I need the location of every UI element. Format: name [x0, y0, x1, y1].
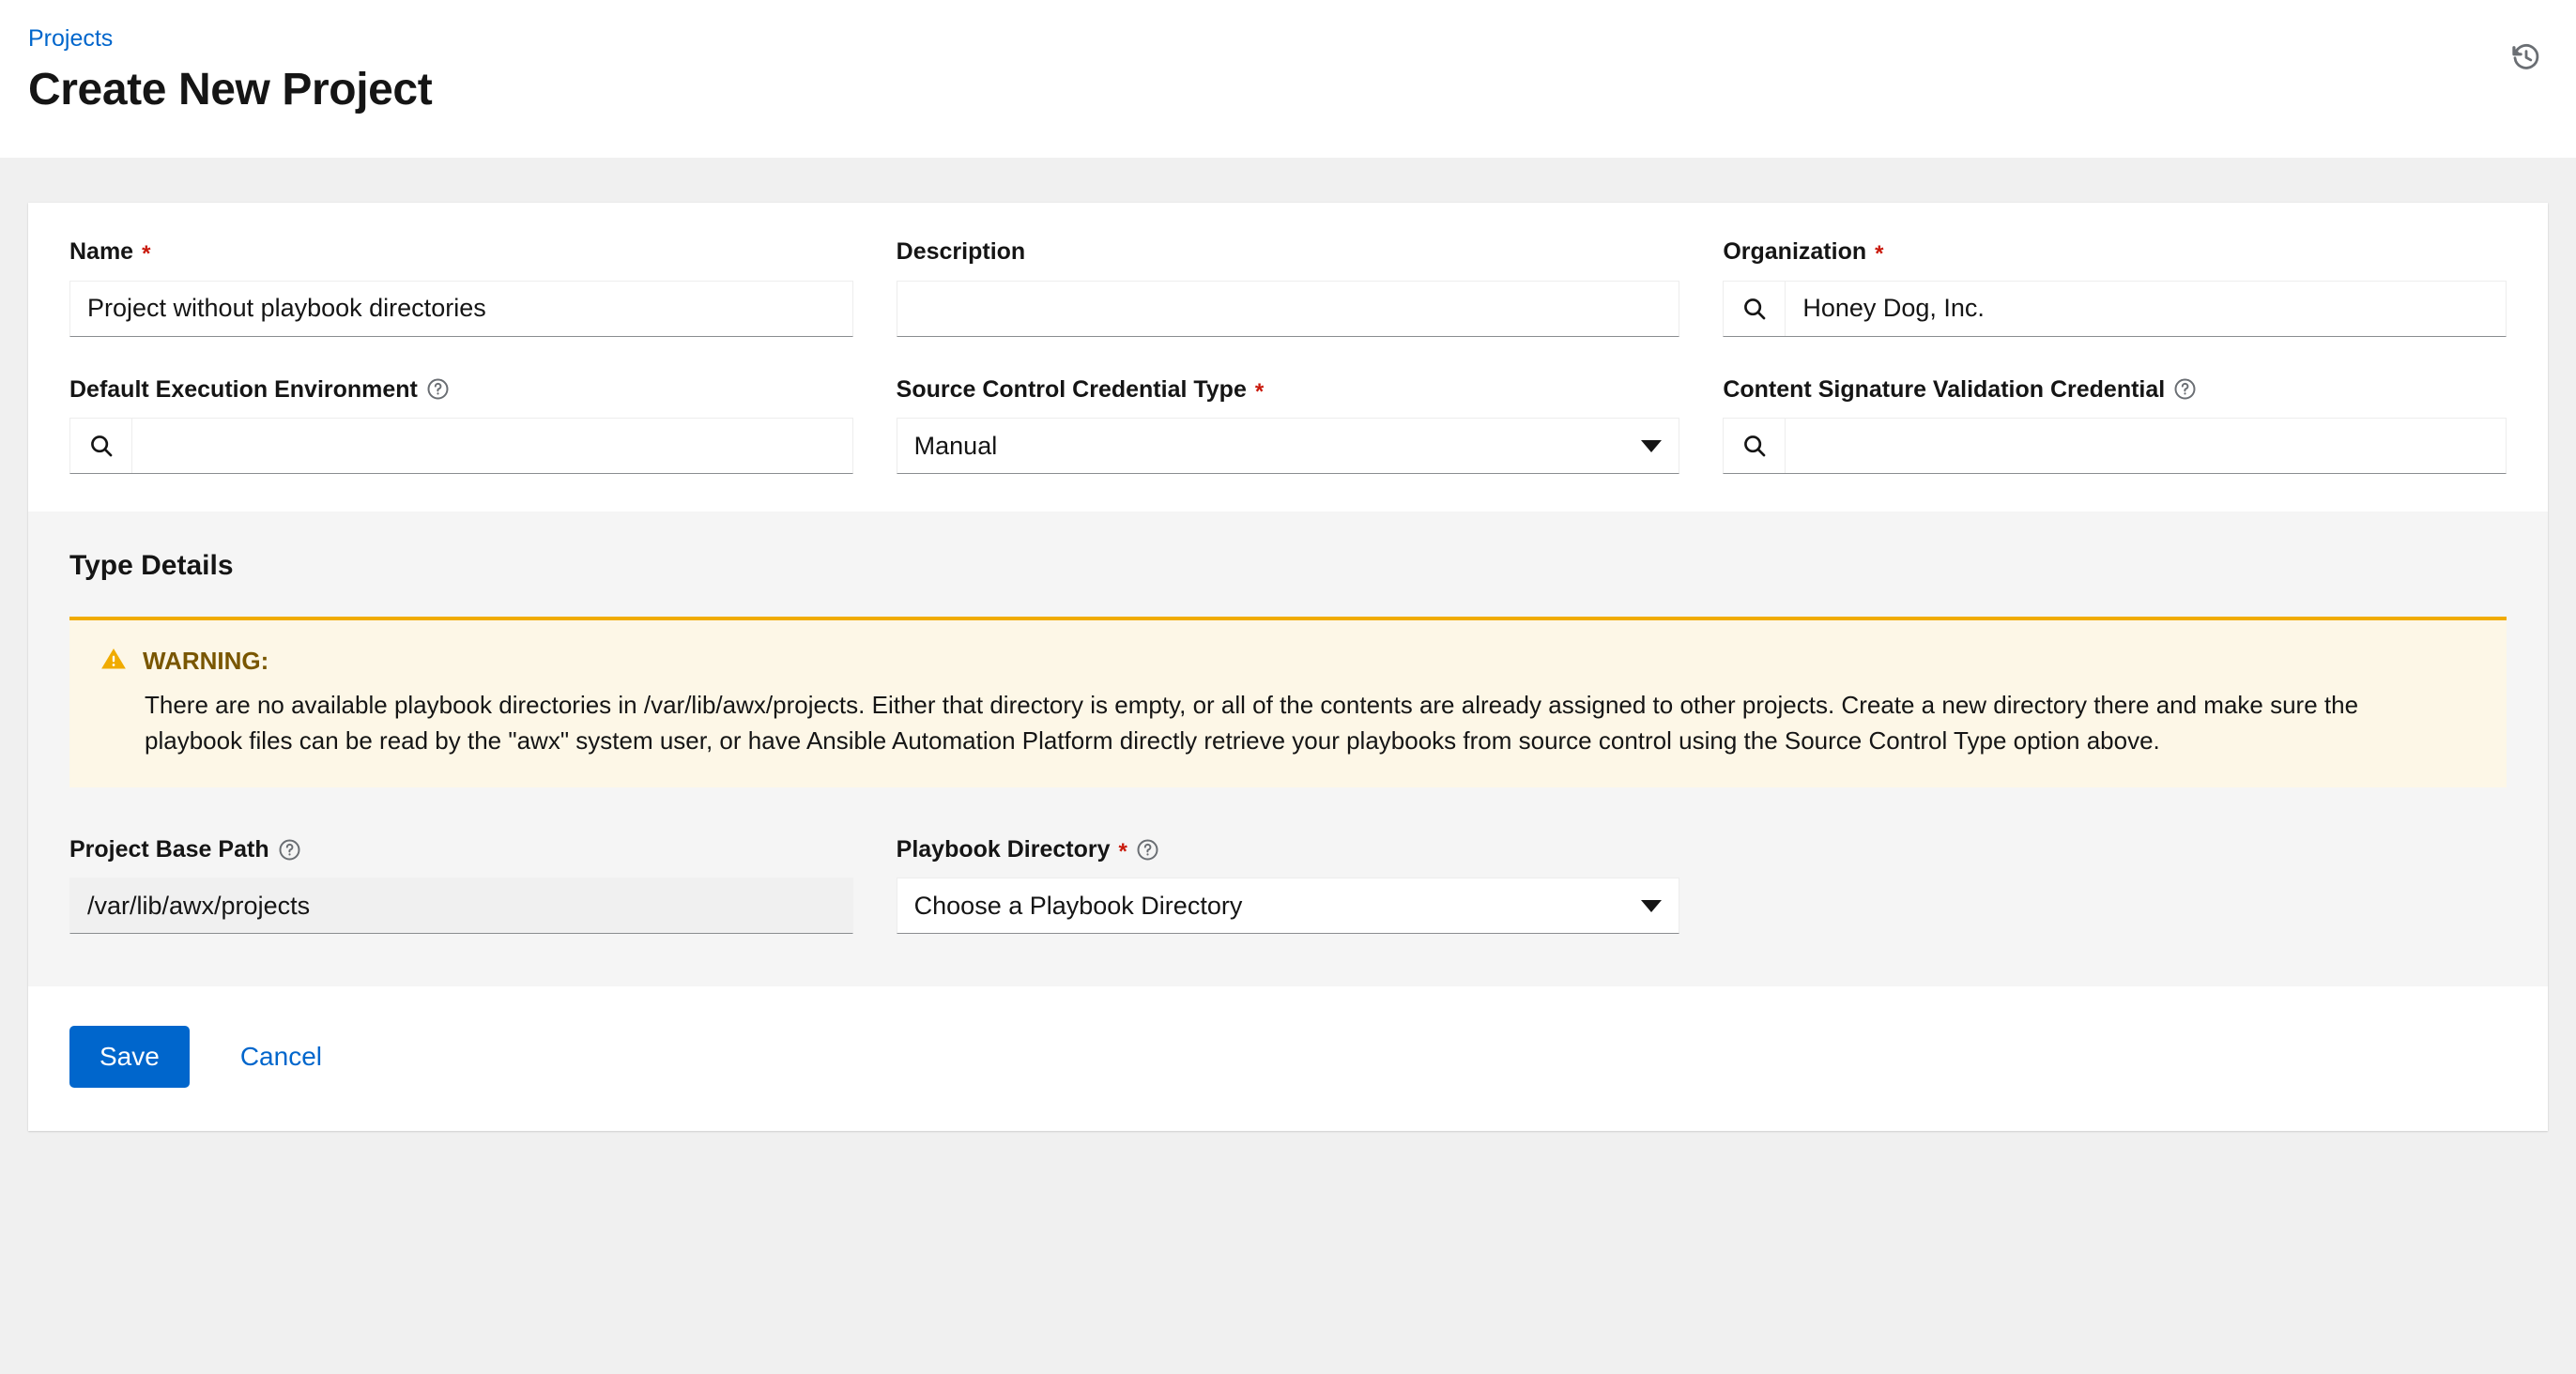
- label-name: Name *: [69, 237, 853, 267]
- breadcrumb-projects[interactable]: Projects: [28, 24, 2535, 53]
- header-actions: [2505, 36, 2548, 79]
- main-form-grid: Name * Project without playbook director…: [69, 237, 2507, 474]
- field-content-signature-validation-credential: Content Signature Validation Credential: [1723, 374, 2507, 474]
- label-description-text: Description: [896, 238, 1026, 265]
- playbook-directory-select[interactable]: Choose a Playbook Directory: [896, 878, 1680, 935]
- field-default-execution-environment: Default Execution Environment: [69, 374, 853, 474]
- cancel-button[interactable]: Cancel: [220, 1026, 343, 1088]
- label-name-text: Name: [69, 238, 134, 265]
- content-signature-validation-credential-value[interactable]: [1786, 419, 2506, 473]
- warning-alert-text: There are no available playbook director…: [145, 691, 2359, 756]
- source-control-credential-type-value: Manual: [913, 431, 998, 460]
- organization-lookup: Honey Dog, Inc.: [1723, 280, 2507, 337]
- project-base-path-input: /var/lib/awx/projects: [69, 878, 853, 935]
- label-organization: Organization *: [1723, 237, 2507, 267]
- caret-down-icon: [1641, 899, 1663, 912]
- field-project-base-path: Project Base Path /var/lib/awx/projects: [69, 834, 853, 935]
- search-icon[interactable]: [70, 419, 132, 473]
- type-details-grid: Project Base Path /var/lib/awx/projects …: [69, 834, 2507, 935]
- save-button[interactable]: Save: [69, 1026, 190, 1089]
- question-circle-icon[interactable]: [1136, 838, 1159, 862]
- field-name: Name * Project without playbook director…: [69, 237, 853, 337]
- source-control-credential-type-select[interactable]: Manual: [896, 418, 1680, 474]
- label-description: Description: [897, 237, 1680, 267]
- label-project-base-path-text: Project Base Path: [69, 835, 269, 863]
- create-project-card: Name * Project without playbook director…: [28, 203, 2548, 1132]
- type-details-section: Type Details WARNING: There are no avail…: [28, 511, 2548, 987]
- playbook-directory-value: Choose a Playbook Directory: [913, 891, 1243, 920]
- history-icon[interactable]: [2505, 36, 2548, 79]
- label-source-control-credential-type-text: Source Control Credential Type: [896, 375, 1247, 403]
- label-organization-text: Organization: [1723, 238, 1867, 265]
- warning-alert: WARNING: There are no available playbook…: [69, 617, 2507, 787]
- type-details-grid-spacer: [1723, 834, 2507, 935]
- question-circle-icon[interactable]: [2173, 377, 2197, 401]
- field-playbook-directory: Playbook Directory * Choose a Playbook D…: [896, 834, 1680, 935]
- main-form-section: Name * Project without playbook director…: [28, 203, 2548, 511]
- caret-down-icon: [1641, 439, 1663, 452]
- name-input[interactable]: Project without playbook directories: [69, 280, 853, 337]
- label-default-execution-environment: Default Execution Environment: [69, 374, 853, 405]
- required-indicator: *: [1118, 839, 1127, 865]
- warning-alert-header: WARNING:: [100, 645, 2478, 678]
- warning-triangle-icon: [100, 645, 128, 678]
- organization-value[interactable]: Honey Dog, Inc.: [1786, 282, 2506, 336]
- search-icon[interactable]: [1724, 281, 1786, 336]
- type-details-title: Type Details: [69, 550, 234, 581]
- label-playbook-directory-text: Playbook Directory: [896, 835, 1111, 863]
- question-circle-icon[interactable]: [426, 377, 450, 401]
- default-execution-environment-value[interactable]: [132, 419, 852, 473]
- search-icon[interactable]: [1724, 419, 1786, 473]
- label-playbook-directory: Playbook Directory *: [897, 834, 1680, 865]
- label-content-signature-validation-credential-text: Content Signature Validation Credential: [1723, 375, 2166, 403]
- label-default-execution-environment-text: Default Execution Environment: [69, 375, 418, 403]
- page-header: Projects Create New Project: [0, 0, 2576, 158]
- field-description: Description: [896, 237, 1680, 337]
- question-circle-icon[interactable]: [278, 838, 301, 862]
- label-project-base-path: Project Base Path: [69, 834, 853, 865]
- label-source-control-credential-type: Source Control Credential Type *: [897, 374, 1680, 405]
- description-input[interactable]: [896, 280, 1680, 337]
- page-title: Create New Project: [28, 65, 433, 114]
- field-source-control-credential-type: Source Control Credential Type * Manual: [896, 374, 1680, 474]
- label-content-signature-validation-credential: Content Signature Validation Credential: [1723, 374, 2507, 405]
- card-footer: Save Cancel: [28, 986, 2548, 1132]
- warning-alert-title: WARNING:: [143, 646, 269, 675]
- default-execution-environment-lookup: [69, 418, 853, 474]
- content-signature-validation-credential-lookup: [1723, 418, 2507, 474]
- field-organization: Organization * Honey Dog, Inc.: [1723, 237, 2507, 337]
- required-indicator: *: [1875, 241, 1884, 267]
- required-indicator: *: [142, 241, 151, 267]
- required-indicator: *: [1254, 378, 1265, 405]
- card-wrapper: Name * Project without playbook director…: [0, 158, 2576, 1132]
